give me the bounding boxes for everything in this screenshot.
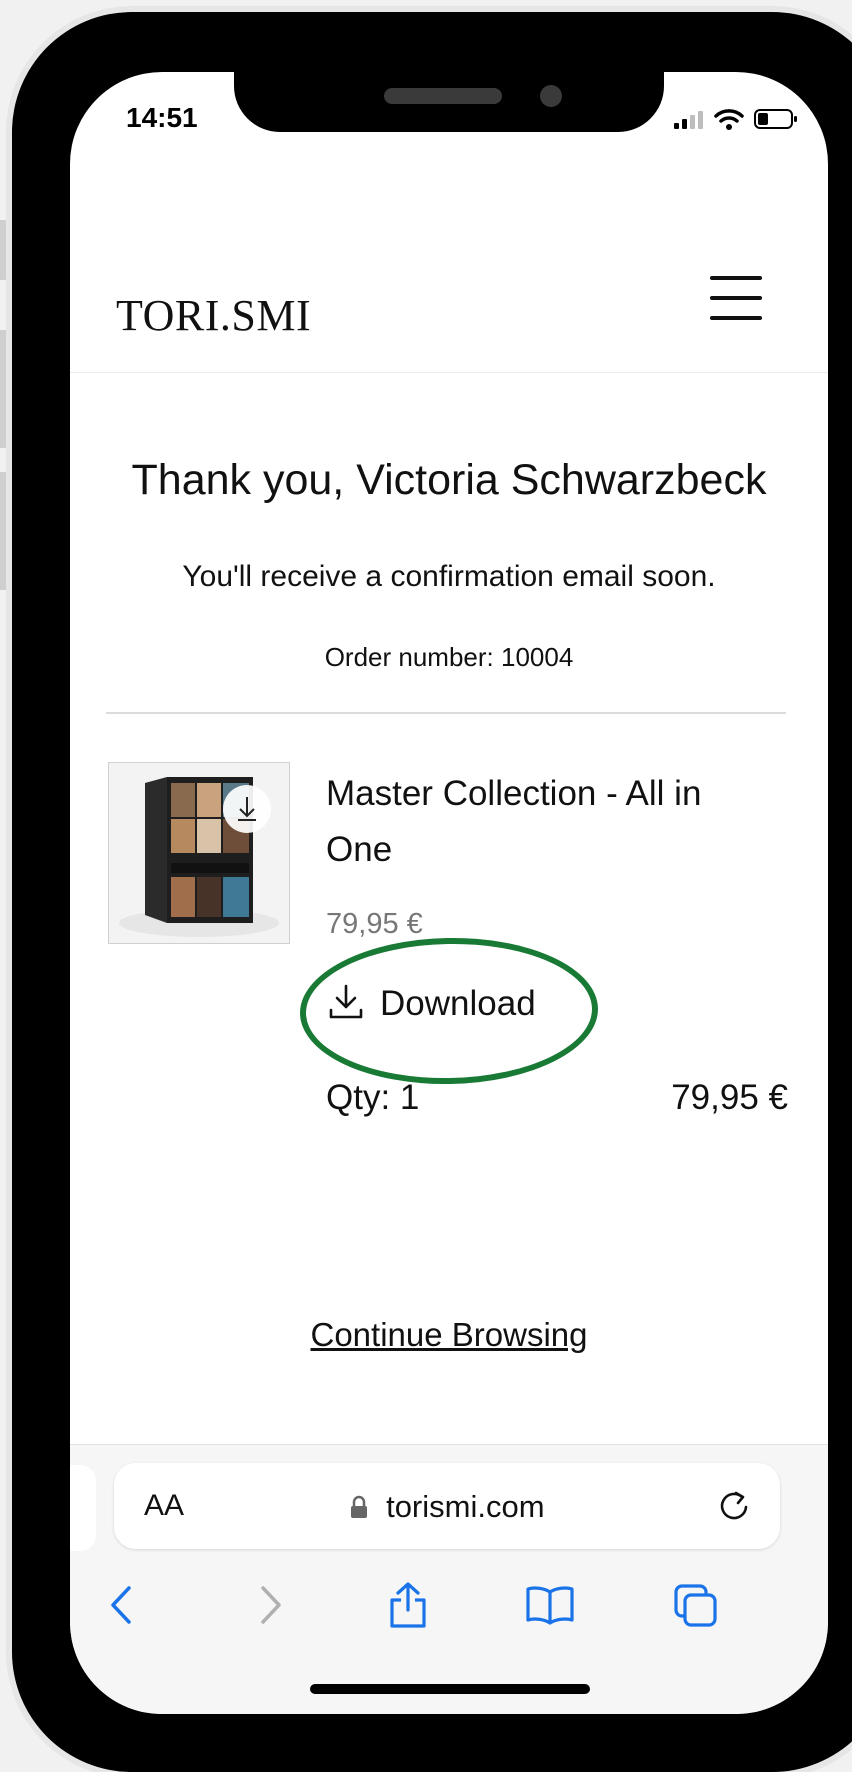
phone-notch — [234, 70, 664, 132]
phone-frame: 14:51 TORI.SMI Thank you, Victoria Schwa… — [12, 12, 852, 1772]
phone-screen: 14:51 TORI.SMI Thank you, Victoria Schwa… — [70, 72, 828, 1714]
signal-icon — [674, 109, 704, 134]
home-indicator[interactable] — [310, 1684, 590, 1694]
battery-icon — [754, 108, 798, 135]
product-box-image — [109, 763, 289, 943]
lock-icon — [349, 1489, 386, 1524]
browser-bottom-bar: AA torismi.com — [70, 1444, 828, 1714]
url-text: torismi.com — [386, 1489, 545, 1524]
reload-icon[interactable] — [716, 1485, 752, 1530]
back-icon[interactable] — [92, 1575, 152, 1635]
share-icon[interactable] — [378, 1575, 438, 1635]
previous-tab-peek[interactable] — [70, 1465, 96, 1551]
site-header: TORI.SMI — [70, 212, 828, 373]
product-name[interactable]: Master Collection - All in One — [326, 766, 766, 878]
download-icon — [328, 983, 364, 1026]
product-thumbnail[interactable] — [108, 762, 290, 944]
product-price: 79,95 € — [326, 908, 423, 940]
status-time: 14:51 — [126, 102, 198, 133]
wifi-icon — [714, 108, 744, 135]
forward-icon[interactable] — [240, 1575, 300, 1635]
status-icons — [674, 108, 798, 135]
address-bar[interactable]: AA torismi.com — [114, 1463, 780, 1549]
download-button[interactable]: Download — [328, 972, 536, 1036]
site-logo[interactable]: TORI.SMI — [116, 290, 311, 341]
side-button-silent — [0, 220, 8, 280]
hamburger-menu-icon[interactable] — [710, 274, 762, 322]
side-button-volume-down — [0, 472, 8, 590]
order-number: Order number: 10004 — [324, 642, 574, 672]
line-total: 79,95 € — [671, 1078, 788, 1117]
confirmation-message: You'll receive a confirmation email soon… — [182, 560, 716, 593]
download-label: Download — [380, 984, 536, 1023]
tabs-icon[interactable] — [666, 1575, 726, 1635]
divider — [106, 712, 786, 714]
quantity: Qty: 1 — [326, 1078, 420, 1117]
side-button-volume-up — [0, 330, 8, 448]
bookmarks-icon[interactable] — [520, 1575, 580, 1635]
page-title: Thank you, Victoria Schwarzbeck — [131, 456, 767, 504]
address-url[interactable]: torismi.com — [114, 1489, 780, 1525]
continue-browsing-link[interactable]: Continue Browsing — [70, 1316, 828, 1354]
